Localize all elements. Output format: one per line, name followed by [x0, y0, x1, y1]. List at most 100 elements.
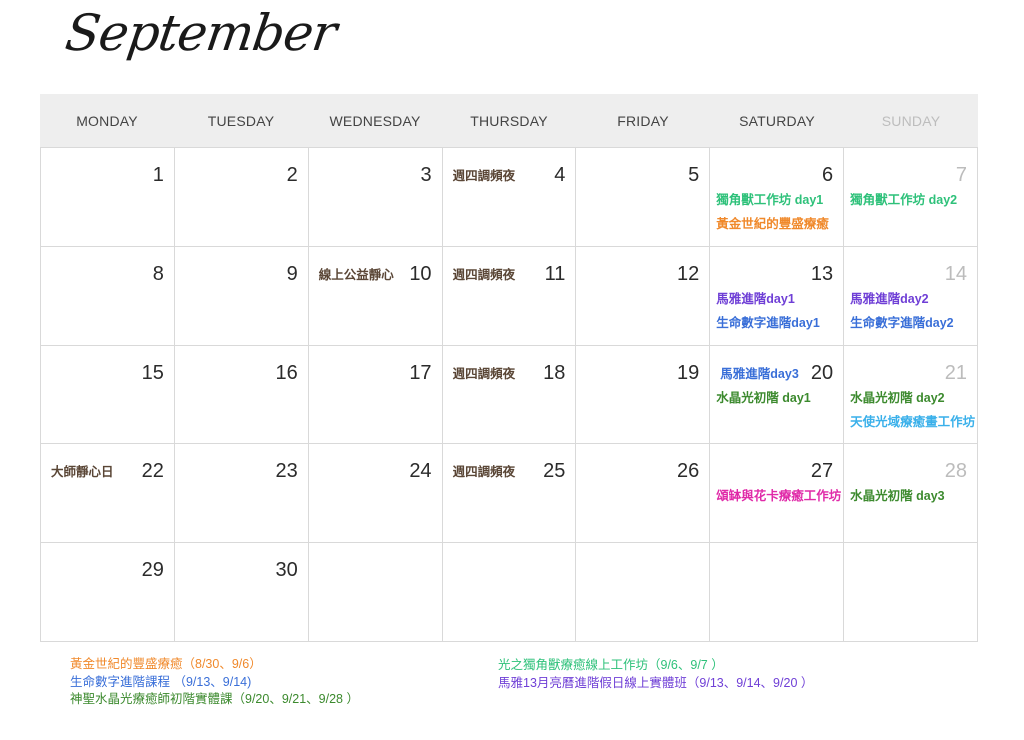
- day-cell[interactable]: 8: [41, 246, 175, 346]
- day-number: 8: [152, 262, 164, 285]
- weekday-header: MONDAY TUESDAY WEDNESDAY THURSDAY FRIDAY…: [40, 94, 978, 147]
- day-number: 19: [677, 361, 700, 384]
- day-number: 10: [409, 262, 432, 285]
- calendar-event[interactable]: 週四調頻夜: [453, 269, 516, 282]
- calendar-event[interactable]: 週四調頻夜: [453, 170, 516, 183]
- weekday-friday: FRIDAY: [617, 112, 669, 129]
- day-cell[interactable]: 19: [576, 345, 711, 445]
- day-number: 12: [677, 262, 700, 285]
- legend-left: 黃金世紀的豐盛療癒（8/30、9/6） 生命數字進階課程 （9/13、9/14) 神…: [70, 656, 359, 709]
- day-cell[interactable]: 25 週四調頻夜: [442, 444, 577, 544]
- day-cell[interactable]: 11 週四調頻夜: [442, 246, 577, 346]
- calendar-event[interactable]: 線上公益靜心: [319, 269, 394, 282]
- calendar-event[interactable]: 生命數字進階day1: [716, 317, 820, 330]
- calendar-event[interactable]: 水晶光初階 day1: [716, 392, 810, 405]
- day-number: 25: [543, 460, 566, 483]
- weekday-thursday: THURSDAY: [470, 112, 548, 129]
- day-number: 26: [677, 460, 700, 483]
- day-number: 11: [544, 262, 566, 285]
- day-cell[interactable]: 24: [308, 444, 443, 544]
- calendar-event[interactable]: 生命數字進階day2: [850, 317, 954, 330]
- day-number: 5: [688, 164, 700, 186]
- calendar-event[interactable]: 大師靜心日: [51, 466, 114, 479]
- day-cell[interactable]: 12: [576, 246, 711, 346]
- calendar-event[interactable]: 獨角獸工作坊 day1: [716, 194, 823, 207]
- calendar-event[interactable]: 黃金世紀的豐盛療癒: [716, 218, 829, 231]
- legend-item: 光之獨角獸療癒線上工作坊（9/6、9/7 ）: [498, 658, 724, 672]
- day-number: 6: [822, 164, 834, 186]
- day-cell[interactable]: 20 馬雅進階day3 水晶光初階 day1: [710, 345, 845, 445]
- month-title: September: [61, 4, 340, 62]
- day-cell[interactable]: 7 獨角獸工作坊 day2: [844, 148, 978, 247]
- day-cell[interactable]: 23: [174, 444, 309, 544]
- calendar-event[interactable]: 週四調頻夜: [453, 368, 516, 381]
- day-number: 16: [275, 361, 298, 384]
- weekday-monday: MONDAY: [76, 112, 138, 129]
- day-number: 9: [286, 262, 298, 285]
- day-number: 15: [141, 361, 164, 384]
- day-cell[interactable]: 18 週四調頻夜: [442, 345, 577, 445]
- day-cell[interactable]: 10 線上公益靜心: [308, 246, 443, 346]
- weekday-saturday: SATURDAY: [739, 112, 815, 129]
- calendar-event[interactable]: 週四調頻夜: [453, 466, 516, 479]
- day-cell[interactable]: 17: [308, 345, 443, 445]
- day-cell[interactable]: [308, 543, 443, 642]
- day-number: 13: [810, 262, 834, 285]
- legend-item: 馬雅13月亮曆進階假日線上實體班（9/13、9/14、9/20 ）: [498, 675, 814, 690]
- day-number: 17: [409, 361, 432, 384]
- day-cell[interactable]: [710, 543, 845, 642]
- calendar-event[interactable]: 水晶光初階 day3: [850, 490, 944, 503]
- day-number: 29: [141, 559, 164, 582]
- legend-item: 黃金世紀的豐盛療癒（8/30、9/6）: [70, 657, 262, 671]
- day-number: 21: [944, 361, 967, 384]
- legend-item: 神聖水晶光療癒師初階實體課（9/20、9/21、9/28 ）: [70, 692, 359, 706]
- day-number: 18: [543, 361, 566, 384]
- day-number: 2: [286, 164, 298, 186]
- day-cell[interactable]: 14 馬雅進階day2 生命數字進階day2: [844, 246, 978, 346]
- day-number: 22: [141, 460, 164, 483]
- calendar-event[interactable]: 馬雅進階day1: [716, 293, 795, 306]
- day-cell[interactable]: 30: [174, 543, 309, 642]
- day-cell[interactable]: 26: [576, 444, 711, 544]
- day-cell[interactable]: 29: [41, 543, 175, 642]
- calendar: MONDAY TUESDAY WEDNESDAY THURSDAY FRIDAY…: [40, 94, 978, 642]
- day-number: 28: [944, 460, 967, 483]
- day-cell[interactable]: 4 週四調頻夜: [442, 148, 577, 247]
- day-number: 7: [955, 164, 967, 186]
- weekday-tuesday: TUESDAY: [207, 112, 275, 129]
- day-cell[interactable]: 3: [308, 148, 443, 247]
- day-cell[interactable]: [442, 543, 577, 642]
- calendar-event[interactable]: 馬雅進階day3: [720, 368, 799, 381]
- day-cell[interactable]: 21 水晶光初階 day2 天使光域療癒畫工作坊: [844, 345, 978, 445]
- calendar-event[interactable]: 獨角獸工作坊 day2: [850, 194, 957, 207]
- day-cell[interactable]: 27 頌缽與花卡療癒工作坊: [710, 444, 845, 544]
- day-cell[interactable]: 16: [174, 345, 309, 445]
- weekday-wednesday: WEDNESDAY: [329, 112, 421, 129]
- legend-item: 生命數字進階課程 （9/13、9/14): [70, 674, 252, 689]
- day-number: 14: [944, 262, 967, 285]
- day-cell[interactable]: 22 大師靜心日: [41, 444, 175, 544]
- day-number: 24: [409, 460, 432, 483]
- calendar-event[interactable]: 天使光域療癒畫工作坊: [850, 416, 975, 429]
- day-number: 27: [810, 460, 834, 483]
- day-number: 23: [275, 460, 298, 483]
- day-number: 1: [152, 164, 164, 186]
- day-cell[interactable]: 9: [174, 246, 309, 346]
- day-cell[interactable]: [576, 543, 711, 642]
- day-cell[interactable]: 6 獨角獸工作坊 day1 黃金世紀的豐盛療癒: [710, 148, 845, 247]
- day-cell[interactable]: 1: [41, 148, 175, 247]
- calendar-event[interactable]: 馬雅進階day2: [850, 293, 929, 306]
- day-cell[interactable]: 5: [576, 148, 711, 247]
- weekday-sunday: SUNDAY: [881, 112, 941, 129]
- day-cell[interactable]: [844, 543, 978, 642]
- day-cell[interactable]: 13 馬雅進階day1 生命數字進階day1: [710, 246, 845, 346]
- day-number: 30: [275, 559, 298, 582]
- calendar-event[interactable]: 頌缽與花卡療癒工作坊: [716, 490, 841, 503]
- legend-right: 光之獨角獸療癒線上工作坊（9/6、9/7 ） 馬雅13月亮曆進階假日線上實體班（9…: [498, 657, 813, 692]
- day-cell[interactable]: 2: [174, 148, 309, 247]
- day-number: 4: [554, 164, 566, 186]
- day-cell[interactable]: 15: [41, 345, 175, 445]
- calendar-event[interactable]: 水晶光初階 day2: [850, 392, 944, 405]
- calendar-grid: 1 2 3 4 週四調頻夜 5 6 獨角獸工作坊 day1 黃金世紀的豐盛療癒 7 獨角獸工作坊 d…: [40, 147, 978, 642]
- day-cell[interactable]: 28 水晶光初階 day3: [844, 444, 978, 544]
